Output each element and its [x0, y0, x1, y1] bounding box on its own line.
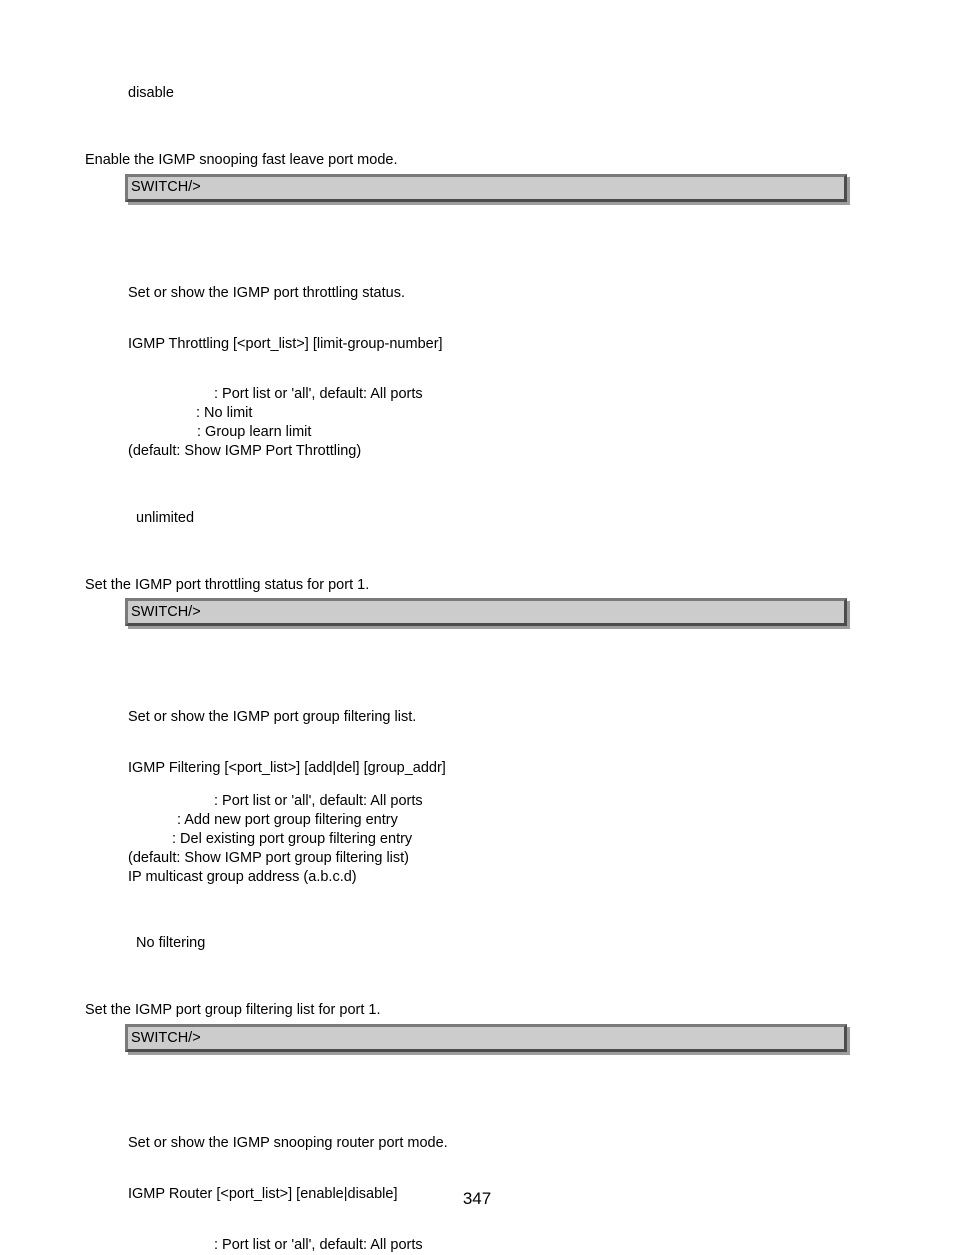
parameters-block: : Port list or 'all', default: All ports… — [128, 792, 869, 886]
parameters-block: : Port list or 'all', default: All ports — [128, 1236, 869, 1255]
code-example-box: SWITCH/> — [125, 598, 847, 626]
example-description: Set the IGMP port throttling status for … — [85, 576, 869, 595]
syntax-text: IGMP Filtering [<port_list>] [add|del] [… — [128, 759, 869, 778]
code-prompt: SWITCH/> — [131, 178, 201, 197]
code-example-box: SWITCH/> — [125, 174, 847, 202]
description-text: Set or show the IGMP port throttling sta… — [128, 284, 869, 303]
param-nolimit: : No limit — [128, 404, 869, 423]
code-prompt: SWITCH/> — [131, 1029, 201, 1048]
param-del: : Del existing port group filtering entr… — [128, 830, 869, 849]
code-example-box: SWITCH/> — [125, 1024, 847, 1052]
code-prompt: SWITCH/> — [131, 603, 201, 622]
section-throttling: Set or show the IGMP port throttling sta… — [85, 284, 869, 528]
param-portlist: : Port list or 'all', default: All ports — [128, 385, 869, 404]
param-default: (default: Show IGMP port group filtering… — [128, 849, 869, 868]
param-portlist: : Port list or 'all', default: All ports — [128, 792, 869, 811]
description-text: Set or show the IGMP port group filterin… — [128, 708, 869, 727]
page-number: 347 — [0, 1188, 954, 1210]
document-page: disable Enable the IGMP snooping fast le… — [0, 0, 954, 1255]
param-groupaddr: IP multicast group address (a.b.c.d) — [128, 868, 869, 887]
param-grouplimit: : Group learn limit — [128, 423, 869, 442]
param-default: (default: Show IGMP Port Throttling) — [128, 442, 869, 461]
section-filtering: Set or show the IGMP port group filterin… — [85, 708, 869, 953]
default-setting-value: No filtering — [128, 934, 869, 953]
parameters-block: : Port list or 'all', default: All ports… — [128, 385, 869, 460]
example-description: Set the IGMP port group filtering list f… — [85, 1001, 869, 1020]
param-portlist: : Port list or 'all', default: All ports — [128, 1236, 869, 1255]
syntax-text: IGMP Throttling [<port_list>] [limit-gro… — [128, 335, 869, 354]
default-setting-value: disable — [128, 84, 869, 103]
default-setting-value: unlimited — [128, 509, 869, 528]
param-add: : Add new port group filtering entry — [128, 811, 869, 830]
example-description: Enable the IGMP snooping fast leave port… — [85, 151, 869, 170]
description-text: Set or show the IGMP snooping router por… — [128, 1134, 869, 1153]
section-fastleave-default: disable — [85, 70, 869, 103]
